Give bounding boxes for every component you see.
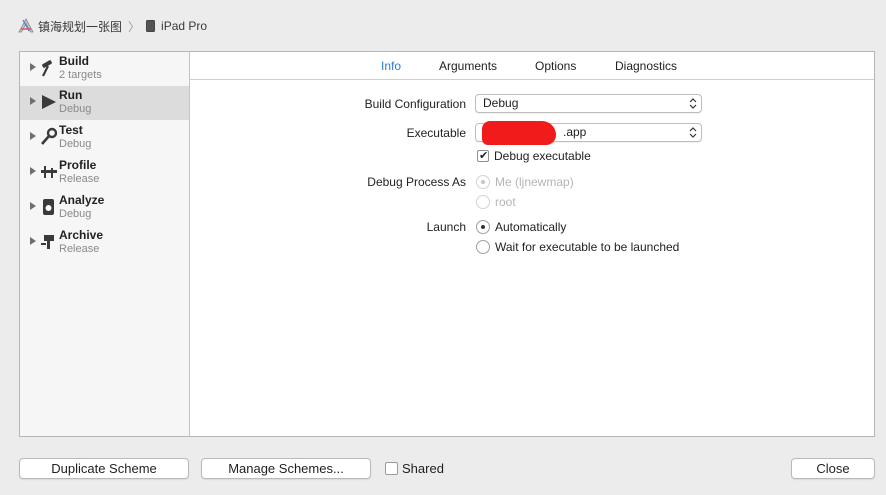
instruments-icon bbox=[41, 166, 57, 178]
duplicate-scheme-button[interactable]: Duplicate Scheme bbox=[19, 458, 189, 479]
build-configuration-label: Build Configuration bbox=[364, 97, 466, 111]
sidebar-item-subtitle: 2 targets bbox=[59, 69, 102, 81]
sidebar-item-run[interactable]: Run Debug bbox=[20, 86, 189, 120]
popup-arrows-icon bbox=[689, 98, 697, 109]
disclosure-triangle-icon[interactable] bbox=[30, 63, 36, 71]
disclosure-triangle-icon[interactable] bbox=[30, 237, 36, 245]
debug-process-me-radio[interactable] bbox=[476, 175, 490, 189]
sidebar-item-profile[interactable]: Profile Release bbox=[20, 156, 189, 190]
disclosure-triangle-icon[interactable] bbox=[30, 97, 36, 105]
archive-icon bbox=[41, 235, 54, 249]
sidebar-item-title: Run bbox=[59, 88, 83, 102]
play-icon bbox=[42, 95, 56, 109]
executable-label: Executable bbox=[406, 126, 466, 140]
breadcrumb-device[interactable]: iPad Pro bbox=[161, 19, 207, 33]
build-configuration-value: Debug bbox=[483, 96, 519, 110]
xcode-app-icon bbox=[18, 18, 34, 33]
launch-label: Launch bbox=[426, 220, 466, 234]
sidebar-item-subtitle: Debug bbox=[59, 208, 92, 220]
scheme-tab-bar: Info Arguments Options Diagnostics bbox=[190, 52, 874, 80]
tab-options[interactable]: Options bbox=[535, 59, 576, 73]
disclosure-triangle-icon[interactable] bbox=[30, 132, 36, 140]
breadcrumb: 镇海规划一张图 〉 iPad Pro bbox=[18, 17, 207, 35]
tab-arguments[interactable]: Arguments bbox=[439, 59, 497, 73]
launch-automatically-label: Automatically bbox=[495, 220, 567, 234]
debug-executable-checkbox[interactable]: ✔ bbox=[477, 150, 489, 162]
tab-diagnostics[interactable]: Diagnostics bbox=[615, 59, 677, 73]
debug-process-root-label: root bbox=[495, 195, 516, 209]
debug-process-as-label: Debug Process As bbox=[367, 175, 466, 189]
radio-selected-dot bbox=[481, 180, 485, 184]
executable-popup[interactable]: .app bbox=[475, 121, 702, 145]
executable-value: .app bbox=[563, 125, 587, 139]
radio-selected-dot bbox=[481, 225, 485, 229]
sidebar-item-title: Profile bbox=[59, 158, 97, 172]
sidebar-item-title: Archive bbox=[59, 228, 104, 242]
sidebar-item-title: Analyze bbox=[59, 193, 105, 207]
sidebar-item-subtitle: Debug bbox=[59, 103, 92, 115]
analyze-icon bbox=[43, 199, 54, 215]
sidebar-item-subtitle: Debug bbox=[59, 138, 92, 150]
hammer-icon bbox=[42, 60, 52, 77]
sidebar-item-subtitle: Release bbox=[59, 243, 100, 255]
shared-label: Shared bbox=[402, 461, 444, 476]
launch-wait-label: Wait for executable to be launched bbox=[495, 240, 680, 254]
chevron-right-icon: 〉 bbox=[128, 19, 141, 34]
scheme-editor-panel: Build 2 targets Run Debug Test Debug Pro… bbox=[19, 51, 875, 437]
scheme-action-sidebar: Build 2 targets Run Debug Test Debug Pro… bbox=[20, 52, 190, 436]
build-configuration-popup[interactable]: Debug bbox=[475, 94, 702, 113]
shared-checkbox[interactable] bbox=[385, 462, 398, 475]
launch-automatically-radio[interactable] bbox=[476, 220, 490, 234]
sidebar-item-test[interactable]: Test Debug bbox=[20, 121, 189, 155]
debug-process-me-label: Me (ljnewmap) bbox=[495, 175, 574, 189]
disclosure-triangle-icon[interactable] bbox=[30, 167, 36, 175]
ipad-icon bbox=[146, 20, 156, 32]
debug-executable-label: Debug executable bbox=[494, 149, 591, 163]
sidebar-item-title: Test bbox=[59, 123, 83, 137]
popup-arrows-icon bbox=[689, 127, 697, 138]
wrench-icon bbox=[41, 127, 58, 145]
breadcrumb-project[interactable]: 镇海规划一张图 bbox=[38, 18, 122, 35]
checkmark-icon: ✔ bbox=[479, 150, 489, 162]
sidebar-item-build[interactable]: Build 2 targets bbox=[20, 52, 189, 86]
close-button[interactable]: Close bbox=[791, 458, 875, 479]
redaction-mark bbox=[482, 121, 556, 145]
disclosure-triangle-icon[interactable] bbox=[30, 202, 36, 210]
sidebar-item-title: Build bbox=[59, 54, 89, 68]
sidebar-item-archive[interactable]: Archive Release bbox=[20, 226, 189, 260]
launch-wait-radio[interactable] bbox=[476, 240, 490, 254]
sidebar-item-subtitle: Release bbox=[59, 173, 100, 185]
debug-process-root-radio[interactable] bbox=[476, 195, 490, 209]
manage-schemes-button[interactable]: Manage Schemes... bbox=[201, 458, 371, 479]
sidebar-item-analyze[interactable]: Analyze Debug bbox=[20, 191, 189, 225]
tab-info[interactable]: Info bbox=[381, 59, 401, 73]
